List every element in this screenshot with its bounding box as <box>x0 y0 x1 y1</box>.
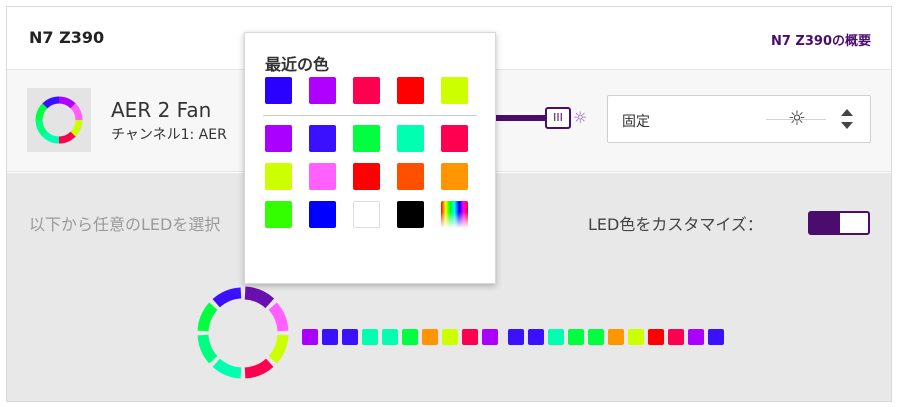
led-square[interactable] <box>322 329 338 345</box>
customize-label: LED色をカスタマイズ： <box>588 215 763 234</box>
recent-color-swatch[interactable] <box>397 77 424 104</box>
led-square[interactable] <box>548 329 564 345</box>
led-square[interactable] <box>482 329 498 345</box>
recent-color-swatch[interactable] <box>309 77 336 104</box>
customize-toggle[interactable] <box>808 211 870 235</box>
palette-color-swatch[interactable] <box>265 125 292 152</box>
palette-color-swatch[interactable] <box>353 163 380 190</box>
led-square[interactable] <box>648 329 664 345</box>
mode-select[interactable]: 固定 ☼ <box>607 95 871 143</box>
led-square[interactable] <box>422 329 438 345</box>
led-square[interactable] <box>568 329 584 345</box>
led-square[interactable] <box>442 329 458 345</box>
device-name: AER 2 Fan <box>111 98 212 122</box>
color-picker-popup: 最近の色 <box>244 32 496 284</box>
led-select-hint: 以下から任意のLEDを選択 <box>29 215 221 234</box>
palette-color-swatch[interactable] <box>353 125 380 152</box>
led-square[interactable] <box>668 329 684 345</box>
page-title: N7 Z390 <box>29 28 105 47</box>
brightness-sun-icon: ☼ <box>573 108 588 127</box>
led-square[interactable] <box>628 329 644 345</box>
fan-led-segment[interactable] <box>212 287 242 308</box>
led-square[interactable] <box>382 329 398 345</box>
led-square[interactable] <box>708 329 724 345</box>
palette-color-swatch[interactable] <box>309 125 336 152</box>
fan-led-segment[interactable] <box>244 286 275 309</box>
palette-color-swatch[interactable] <box>441 125 468 152</box>
led-square[interactable] <box>302 329 318 345</box>
palette-color-swatch[interactable] <box>441 163 468 190</box>
fan-led-segment[interactable] <box>244 358 274 379</box>
led-square[interactable] <box>608 329 624 345</box>
led-square[interactable] <box>462 329 478 345</box>
palette-color-swatch[interactable] <box>265 201 292 228</box>
fan-led-segment[interactable] <box>212 358 242 379</box>
channel-label: チャンネル1: AER <box>111 127 227 143</box>
recent-color-swatch[interactable] <box>441 77 468 104</box>
fan-led-segment[interactable] <box>197 302 218 332</box>
palette-color-swatch[interactable] <box>397 163 424 190</box>
overview-link[interactable]: N7 Z390の概要 <box>771 30 871 49</box>
fan-led-segment[interactable] <box>268 302 289 332</box>
updown-arrows-icon[interactable] <box>838 104 856 134</box>
led-square[interactable] <box>688 329 704 345</box>
fan-led-ring[interactable] <box>193 283 293 383</box>
recent-color-swatch[interactable] <box>353 77 380 104</box>
mode-sun-icon: ☼ <box>788 106 806 130</box>
custom-color-icon[interactable] <box>441 201 468 228</box>
led-square[interactable] <box>528 329 544 345</box>
brightness-slider-thumb[interactable]: III <box>545 107 571 129</box>
led-square[interactable] <box>508 329 524 345</box>
palette-color-swatch[interactable] <box>265 163 292 190</box>
device-thumbnail <box>27 88 91 152</box>
palette-color-swatch[interactable] <box>309 201 336 228</box>
led-square[interactable] <box>402 329 418 345</box>
fan-led-segment[interactable] <box>268 334 289 364</box>
led-square[interactable] <box>588 329 604 345</box>
recent-color-swatch[interactable] <box>265 77 292 104</box>
fan-thumbnail-icon <box>35 96 83 144</box>
recent-colors-title: 最近の色 <box>265 55 330 74</box>
fan-led-segment[interactable] <box>197 334 218 364</box>
palette-color-swatch[interactable] <box>353 201 380 228</box>
popup-divider <box>263 115 477 116</box>
mode-select-value: 固定 <box>622 114 650 130</box>
led-square[interactable] <box>342 329 358 345</box>
toggle-on-indicator <box>810 213 840 233</box>
palette-color-swatch[interactable] <box>397 125 424 152</box>
palette-color-swatch[interactable] <box>309 163 336 190</box>
led-square[interactable] <box>362 329 378 345</box>
palette-color-swatch[interactable] <box>397 201 424 228</box>
brightness-slider-track[interactable] <box>487 115 549 121</box>
